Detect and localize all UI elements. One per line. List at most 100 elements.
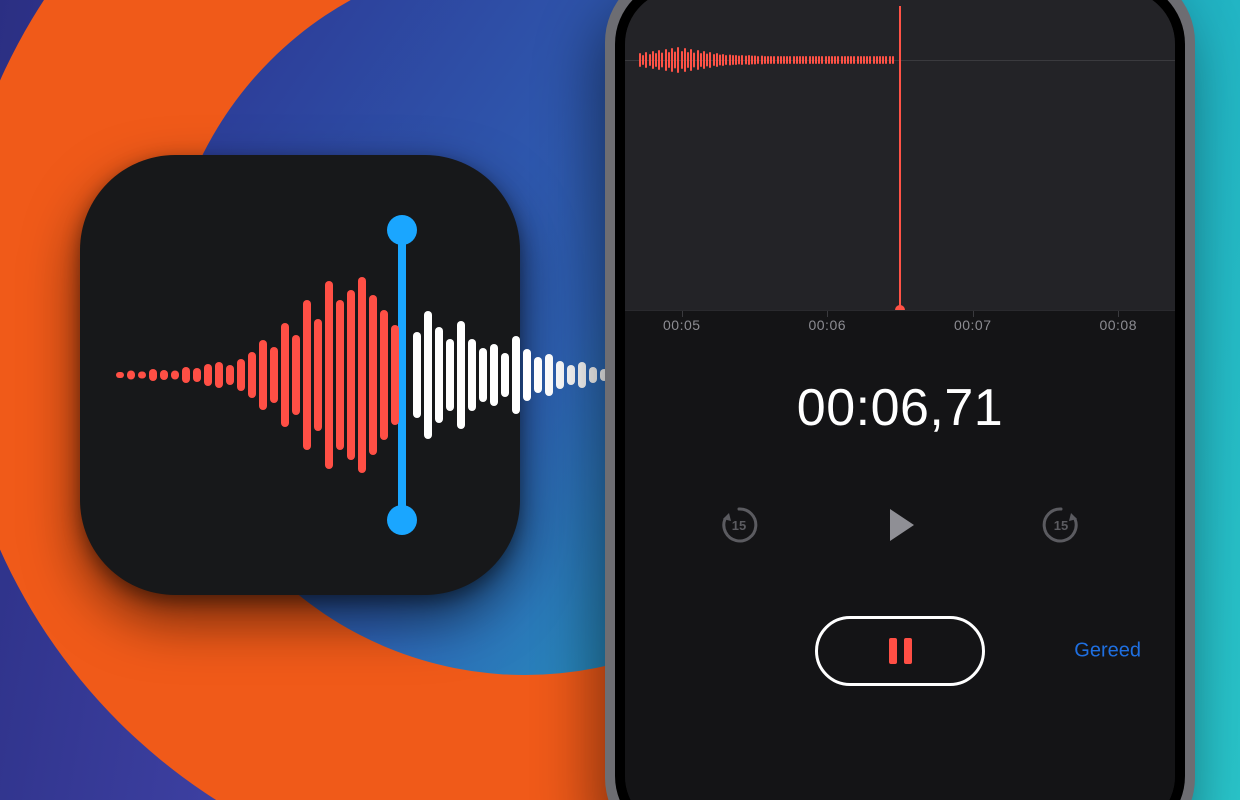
waveform-bar	[693, 53, 695, 68]
waveform-bar	[674, 52, 676, 69]
waveform-bar	[706, 54, 708, 67]
waveform-bar	[545, 354, 553, 396]
waveform-bar	[821, 56, 823, 64]
waveform-bar	[391, 325, 399, 425]
waveform-bar	[116, 372, 124, 378]
waveform-bar	[655, 53, 657, 67]
waveform-bar	[127, 371, 135, 380]
waveform-bar	[828, 56, 830, 64]
waveform-bar	[668, 52, 670, 68]
waveform-bar	[780, 56, 782, 64]
waveform-bar	[713, 54, 715, 66]
waveform-bar	[757, 56, 759, 64]
iphone-mockup: 00:05 00:06 00:07 00:08 00:06,71 15	[605, 0, 1195, 800]
waveform-bar	[716, 53, 718, 67]
waveform-bar	[380, 310, 388, 440]
waveform-bar	[799, 56, 801, 64]
waveform-bar	[818, 56, 820, 64]
waveform-bar	[764, 56, 766, 64]
play-button[interactable]	[873, 498, 927, 552]
waveform-strip[interactable]	[625, 0, 1175, 310]
waveform-bar	[866, 56, 868, 64]
waveform-bar	[160, 370, 168, 380]
waveform-bar	[802, 56, 804, 64]
waveform-bar	[292, 335, 300, 415]
waveform-bar	[834, 56, 836, 64]
timeline-tick: 00:06	[808, 317, 846, 333]
waveform-bar	[681, 51, 683, 69]
record-row: Gereed	[625, 616, 1175, 686]
waveform-bar	[182, 367, 190, 383]
waveform-bar	[703, 51, 705, 69]
waveform-bar	[748, 55, 750, 65]
waveform-bar	[837, 56, 839, 64]
waveform-bar	[226, 365, 234, 385]
skip-back-seconds: 15	[732, 518, 746, 533]
waveform-bar	[490, 344, 498, 406]
waveform-bar	[879, 56, 881, 64]
waveform-bar	[534, 357, 542, 393]
waveform-bar	[857, 56, 859, 64]
waveform-bar	[741, 55, 743, 65]
waveform-bar	[215, 362, 223, 388]
done-button[interactable]: Gereed	[1074, 640, 1141, 663]
waveform-bar	[876, 56, 878, 64]
waveform-bar	[860, 56, 862, 64]
timeline-tick: 00:05	[663, 317, 701, 333]
waveform-bar	[844, 56, 846, 64]
waveform-bar	[512, 336, 520, 414]
waveform-bar	[873, 56, 875, 64]
waveform-bar	[589, 367, 597, 383]
waveform-bar	[815, 56, 817, 64]
pause-recording-button[interactable]	[815, 616, 985, 686]
waveform-bar	[645, 52, 647, 68]
waveform-bar	[259, 340, 267, 410]
waveform-bar	[725, 55, 727, 65]
skip-forward-15-button[interactable]: 15	[1037, 501, 1085, 549]
waveform-bar	[841, 56, 843, 64]
timeline-tick: 00:07	[954, 317, 992, 333]
waveform-bar	[831, 56, 833, 64]
waveform-bar	[783, 56, 785, 64]
waveform-bar	[649, 54, 651, 66]
waveform-bar	[777, 56, 779, 64]
waveform-bar	[413, 332, 421, 418]
waveform-bar	[892, 56, 894, 64]
waveform-bar	[751, 56, 753, 65]
waveform-bar	[729, 55, 731, 66]
waveform-bar	[138, 372, 146, 379]
waveform-bar	[661, 53, 663, 68]
waveform-bar	[435, 327, 443, 423]
playhead-cursor[interactable]	[899, 6, 901, 310]
pause-icon	[889, 638, 912, 664]
waveform-bar	[171, 371, 179, 380]
waveform-bar	[677, 47, 679, 73]
waveform-bar	[325, 281, 333, 469]
waveform-bar	[853, 56, 855, 64]
waveform-bar	[248, 352, 256, 398]
waveform-bar	[639, 53, 641, 67]
waveform-bar	[457, 321, 465, 429]
waveform-bar	[863, 56, 865, 64]
waveform-bar	[424, 311, 432, 439]
waveform-bar	[347, 290, 355, 460]
waveform-bar	[665, 49, 667, 71]
waveform-bar	[204, 364, 212, 386]
controls-panel: 00:06,71 15	[625, 348, 1175, 800]
waveform-bar	[882, 56, 884, 64]
waveform-bar	[809, 56, 811, 64]
waveform-icon	[110, 215, 490, 535]
waveform-bar	[825, 56, 827, 64]
timeline-tick: 00:08	[1099, 317, 1137, 333]
waveform-bar	[671, 48, 673, 72]
waveform-bar	[738, 56, 740, 65]
waveform-bar	[336, 300, 344, 450]
waveform-bar	[722, 54, 724, 66]
skip-back-15-button[interactable]: 15	[715, 501, 763, 549]
waveform-bar	[658, 50, 660, 70]
waveform-bar	[314, 319, 322, 431]
waveform-bar	[805, 56, 807, 64]
waveform-bar	[700, 53, 702, 67]
timeline-ruler[interactable]: 00:05 00:06 00:07 00:08	[625, 310, 1175, 348]
waveform-bar	[796, 56, 798, 64]
